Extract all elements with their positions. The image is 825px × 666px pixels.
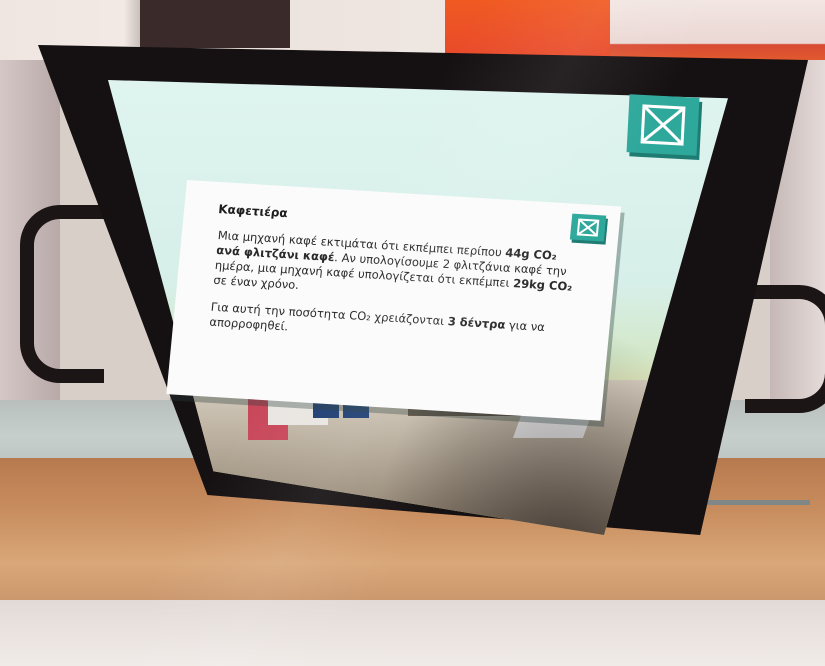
left-cabinet-handle (20, 205, 104, 383)
floor (0, 600, 825, 666)
popup-close-button[interactable] (569, 213, 607, 242)
outer-close-button[interactable] (626, 94, 700, 156)
red-wall-panel (610, 0, 825, 62)
info-popup: Καφετιέρα Μια μηχανή καφέ εκτιμάται ότι … (166, 180, 622, 421)
orange-wall-panel (445, 0, 610, 58)
popup-paragraph-2: Για αυτή την ποσότητα CO₂ χρειάζονται 3 … (209, 300, 571, 352)
close-box-icon (640, 104, 686, 146)
popup-paragraph-1: Μια μηχανή καφέ εκτιμάται ότι εκπέμπει π… (213, 228, 578, 310)
photo-scene: Καφετιέρα Μια μηχανή καφέ εκτιμάται ότι … (0, 0, 825, 666)
text-bold-segment: 3 δέντρα (447, 314, 507, 332)
dark-shelf-panel (140, 0, 290, 48)
popup-body: Μια μηχανή καφέ εκτιμάται ότι εκπέμπει π… (208, 228, 578, 364)
close-box-icon (576, 218, 600, 237)
text-bold-segment: 29kg CO₂ (512, 276, 573, 294)
right-cabinet-handle (745, 285, 825, 413)
popup-title: Καφετιέρα (217, 201, 289, 221)
